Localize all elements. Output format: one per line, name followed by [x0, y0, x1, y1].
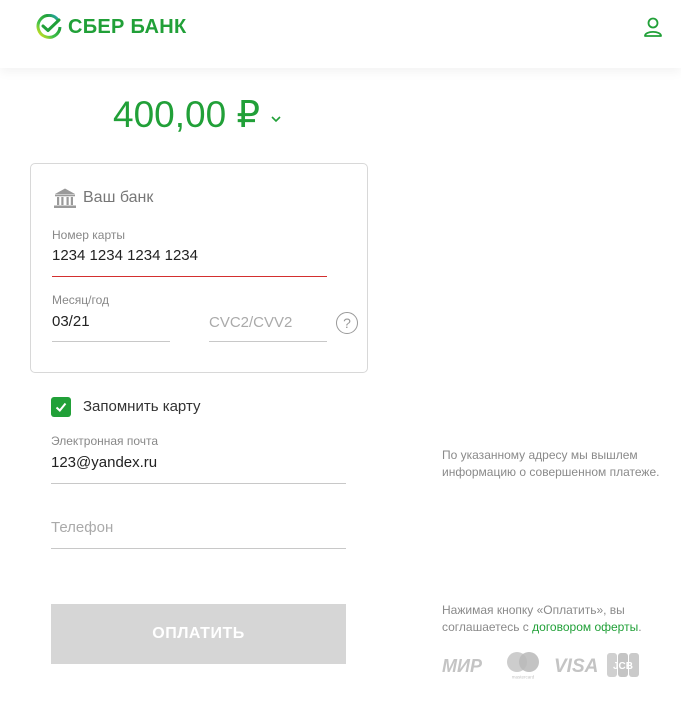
bank-row: Ваш банк	[53, 187, 153, 209]
remember-card-label[interactable]: Запомнить карту	[83, 398, 200, 415]
email-underline	[51, 483, 346, 484]
card-number-input[interactable]: 1234 1234 1234 1234	[52, 247, 198, 264]
expiry-underline	[52, 341, 170, 342]
visa-logo: VISA	[554, 656, 598, 677]
amount-selector[interactable]: 400,00 ₽	[113, 93, 282, 136]
email-note: По указанному адресу мы вышлем информаци…	[442, 448, 660, 479]
mir-logo: МИР	[442, 656, 483, 676]
sber-logo[interactable]: СБЕР БАНК	[36, 14, 186, 40]
expiry-label: Месяц/год	[52, 293, 110, 307]
user-icon[interactable]	[642, 16, 664, 38]
sber-logo-icon	[36, 14, 62, 39]
agreement-suffix: .	[638, 620, 642, 634]
mir-logo-text: МИР	[442, 656, 483, 676]
payment-system-logos: МИР mastercard VISA JCB	[442, 650, 642, 680]
remember-card-checkbox[interactable]	[51, 397, 71, 417]
payment-amount: 400,00 ₽	[113, 94, 260, 135]
bank-label: Ваш банк	[83, 189, 154, 206]
card-number-label: Номер карты	[52, 228, 125, 242]
card-form: Ваш банк Номер карты 1234 1234 1234 1234…	[30, 163, 368, 373]
pay-button[interactable]: ОПЛАТИТЬ	[51, 604, 346, 664]
check-icon	[55, 402, 67, 412]
jcb-logo-text: JCB	[613, 661, 633, 672]
mastercard-logo-text: mastercard	[512, 675, 535, 680]
offer-link[interactable]: договором оферты	[532, 620, 638, 634]
help-icon[interactable]: ?	[336, 312, 358, 334]
cvc-underline	[209, 341, 327, 342]
bank-icon	[54, 188, 76, 208]
card-number-underline	[52, 276, 327, 277]
phone-underline	[51, 548, 346, 549]
chevron-down-icon	[271, 115, 281, 122]
help-symbol: ?	[343, 315, 351, 331]
visa-logo-text: VISA	[554, 656, 598, 677]
mastercard-logo: mastercard	[507, 652, 539, 680]
email-input[interactable]: 123@yandex.ru	[51, 454, 157, 471]
phone-input[interactable]: Телефон	[51, 519, 113, 536]
header: СБЕР БАНК	[0, 0, 681, 68]
expiry-input[interactable]: 03/21	[52, 313, 90, 330]
cvc-input[interactable]: CVC2/CVV2	[209, 314, 292, 331]
jcb-logo: JCB	[607, 653, 639, 677]
email-label: Электронная почта	[51, 434, 159, 448]
agreement-note: Нажимая кнопку «Оплатить», вы соглашаете…	[442, 602, 677, 636]
brand-name: СБЕР БАНК	[68, 15, 187, 38]
